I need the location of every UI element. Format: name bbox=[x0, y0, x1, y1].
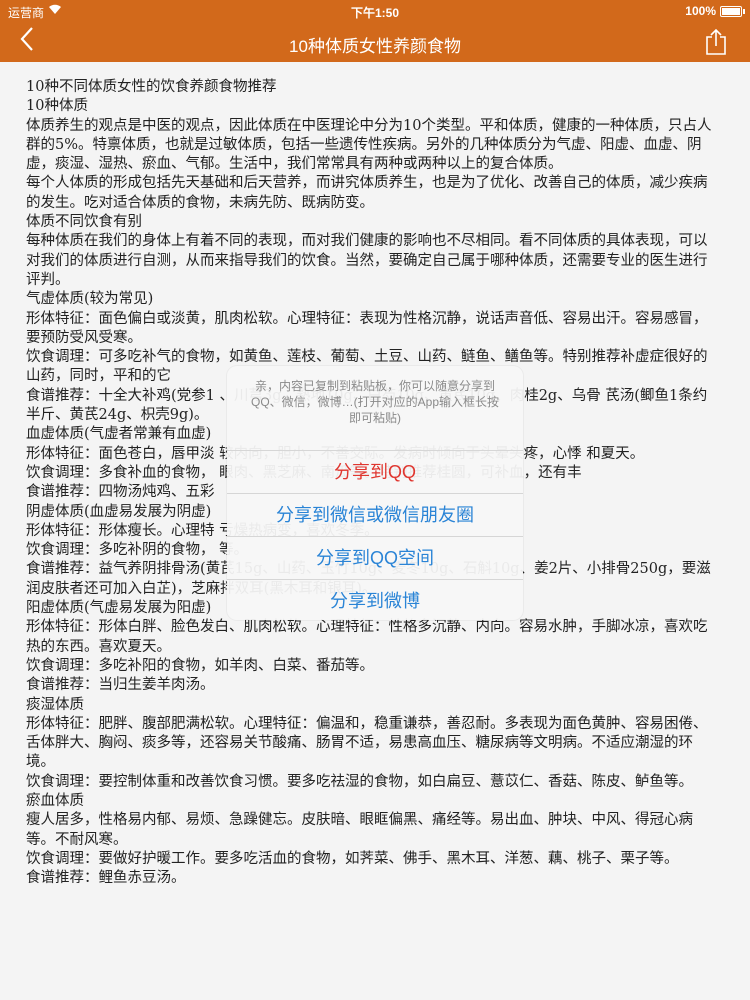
navigation-bar: 10种体质女性养颜食物 bbox=[0, 22, 750, 62]
share-action-sheet: 亲，内容已复制到粘贴板，你可以随意分享到QQ、微信，微博…(打开对应的App输入… bbox=[227, 366, 523, 620]
battery-icon bbox=[720, 6, 745, 17]
battery-percent: 100% bbox=[685, 4, 716, 18]
share-to-qq-button[interactable]: 分享到QQ bbox=[227, 450, 523, 493]
share-to-qzone-button[interactable]: 分享到QQ空间 bbox=[227, 536, 523, 579]
share-to-wechat-button[interactable]: 分享到微信或微信朋友圈 bbox=[227, 493, 523, 536]
share-hint-message: 亲，内容已复制到粘贴板，你可以随意分享到QQ、微信，微博…(打开对应的App输入… bbox=[250, 379, 500, 425]
share-to-weibo-button[interactable]: 分享到微博 bbox=[227, 579, 523, 620]
status-time: 下午1:50 bbox=[350, 6, 400, 20]
status-bar: 运营商 下午1:50 100% bbox=[0, 0, 750, 22]
page-title: 10种体质女性养颜食物 bbox=[289, 37, 461, 56]
share-icon[interactable] bbox=[704, 28, 728, 56]
